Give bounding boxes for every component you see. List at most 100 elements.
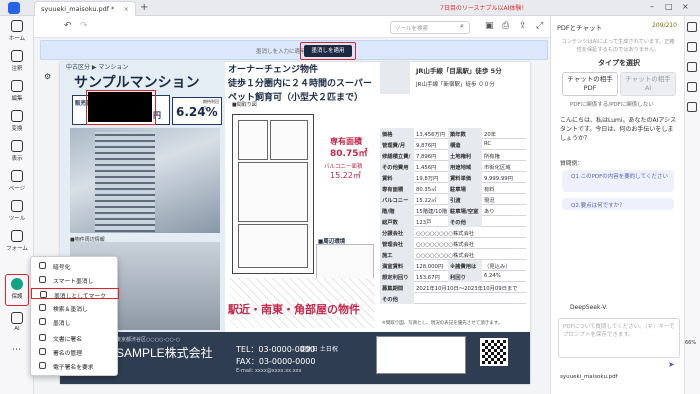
chat-ai-button[interactable]: チャットの相手 AI [620, 72, 676, 96]
spec-cell: ○○○○○○○○株式会社 [416, 242, 475, 248]
expand-icon[interactable]: ⤢ [536, 21, 543, 31]
type-description: PDFに関係する/PDFに関係しない [570, 102, 654, 108]
credit-count: 209/210 [652, 22, 677, 29]
room-1 [238, 120, 268, 160]
minimize-icon[interactable]: – [650, 2, 654, 11]
spec-cell: 賃料単価 [448, 172, 482, 183]
redo-icon[interactable]: ↷ [80, 21, 88, 31]
spec-cell: 15.22㎡ [416, 198, 437, 204]
spec-row: 施工 ○○○○○○○○株式会社 [380, 249, 526, 260]
spec-cell: 価格 [380, 128, 414, 139]
share-icon[interactable]: ⇪ [519, 21, 527, 31]
spec-row: 満室賃料128,000円 ※諸費用は別途（見込み） [380, 260, 526, 278]
lock-icon [39, 262, 46, 269]
sidebar-item-edit[interactable]: 編集 [0, 80, 34, 102]
chat-panel-title[interactable]: PDFとチャット [557, 22, 602, 32]
chat-input[interactable]: PDFについて質問してください。（＃）キーでプロンプトを保存できます。 [558, 318, 680, 358]
search-icon: ⌕ [460, 22, 464, 30]
sidebar-item-home[interactable]: ホーム [0, 20, 34, 42]
spec-cell: あり [484, 209, 495, 215]
sidebar-item-page[interactable]: ページ [0, 170, 34, 192]
menu-item-manage-signature[interactable]: 署名の管理 [31, 346, 119, 357]
model-selector[interactable]: DeepSeek-V. [570, 304, 608, 311]
document-tab[interactable]: syuueki_maisoku.pdf * × [34, 1, 136, 16]
tool-search-input[interactable]: ツールを検索 [390, 21, 470, 34]
tab-title: syuueki_maisoku.pdf * [41, 5, 115, 13]
suggested-question-1[interactable]: Q1.このPDFの内容を要約してください [562, 170, 674, 192]
home-icon [11, 20, 23, 32]
spec-row: 総戸数 123戸 その他 [380, 216, 526, 227]
sidebar-item-ai[interactable]: AI [0, 312, 34, 332]
sidebar-item-tools[interactable]: ツール [0, 200, 34, 222]
maximize-icon[interactable]: □ [665, 2, 673, 11]
balcony-value: 15.22㎡ [330, 171, 361, 180]
spec-cell: その他費用 [380, 161, 414, 172]
spec-row: その他費用 1,456円 用途地域 市街化区域 [380, 161, 526, 172]
spec-cell: 123戸 [416, 220, 432, 226]
sidebar-item-form[interactable]: フォーム [0, 230, 34, 252]
close-icon[interactable]: × [124, 5, 129, 13]
chat-pdf-button[interactable]: チャットの相手 PDF [562, 72, 618, 96]
attachment-icon[interactable] [687, 102, 697, 112]
menu-item-request-esign[interactable]: 電子署名を要求 [31, 360, 119, 371]
spec-cell: 階/階 [380, 205, 414, 216]
ai-disclaimer: コンテンツはAIによって生成されています。正確性を保証するものではありません。 [561, 39, 675, 53]
save-icon[interactable]: ▣ [485, 21, 494, 31]
bookmark-icon[interactable] [687, 62, 697, 72]
spec-cell: 引渡 [448, 194, 482, 205]
slogan: 駅近・南東・角部屋の物件 [228, 303, 360, 316]
view-icon [11, 140, 23, 152]
spec-cell: 築年数 [448, 128, 482, 139]
type-heading: タイプを選択 [598, 59, 640, 67]
redact-info-bar: 墨消しを入力に適用します。 [40, 40, 548, 60]
manage-signature-icon [39, 348, 46, 355]
undo-icon[interactable]: ↶ [64, 21, 72, 31]
right-rail [684, 16, 700, 394]
ai-icon [11, 312, 23, 324]
redact-icon [39, 318, 46, 325]
menu-item-search-redact[interactable]: 検索＆墨消し [31, 302, 119, 313]
attached-file[interactable]: syuueki_maisoku.pdf [560, 374, 618, 380]
annotate-icon [11, 50, 23, 62]
menu-item-redact[interactable]: 墨消し [31, 316, 119, 327]
spec-cell: ※諸費用は別途 [448, 260, 482, 278]
sidebar-item-view[interactable]: 表示 [0, 140, 34, 162]
properties-icon[interactable] [687, 42, 697, 52]
spec-row: 想定利回り 153.67円 利回り 6.24% [380, 271, 526, 282]
spec-cell: 賃料 [380, 172, 414, 183]
spec-row: 賃料 19,8万円 賃料単価 9,999.99円 [380, 172, 526, 183]
new-tab-icon[interactable]: + [140, 2, 148, 13]
chat-icon[interactable] [687, 22, 697, 32]
spec-row: 専有面積 80.35㎡ 駐車場 有料 [380, 183, 526, 194]
promo-banner[interactable]: 7日目のリースナブル以AI体験！ [440, 3, 527, 12]
spec-row: 分譲会社 ○○○○○○○○株式会社 [380, 227, 526, 238]
sidebar-item-annotate[interactable]: 注釈 [0, 50, 34, 72]
building-facade [95, 132, 155, 232]
print-icon[interactable]: ⎙ [502, 21, 509, 31]
suggested-question-2[interactable]: Q2.要点は何ですか？ [562, 198, 674, 210]
spec-cell: 2021年10月10日〜2023年10月09日まで [416, 286, 518, 292]
spec-row: その他 [380, 293, 526, 304]
window-close-icon[interactable]: × [682, 2, 689, 11]
spec-cell: ○○○○○○○○株式会社 [416, 231, 475, 237]
spec-cell: 分譲会社 [380, 227, 414, 238]
room-balcony [238, 224, 308, 268]
menu-item-encrypt[interactable]: 暗号化 [31, 260, 119, 271]
balcony-label: バルコニー面積 [324, 164, 363, 170]
comment-icon[interactable] [687, 82, 697, 92]
page-icon [11, 170, 23, 182]
doc-subtitle: 中古区分 ▶ マンション [66, 64, 129, 71]
sidebar-item-convert[interactable]: 変換 [0, 110, 34, 132]
menu-item-mark-redaction[interactable]: 墨消しとしてマーク [31, 288, 119, 300]
area-value: 80.75㎡ [330, 149, 368, 159]
spec-cell: 15階建/10階 [416, 209, 448, 215]
spec-cell: 土地権利 [448, 150, 482, 161]
menu-item-sign[interactable]: 文書に署名 [31, 332, 119, 343]
settings-icon[interactable]: ⚙ [44, 72, 51, 81]
spec-cell: 1,456円 [416, 165, 437, 171]
smart-redact-icon [39, 276, 46, 283]
more-icon[interactable]: ⋯ [12, 345, 21, 355]
yield-value: 6.24% [176, 105, 218, 119]
send-icon[interactable]: ➤ [668, 360, 675, 369]
menu-item-smart-redact[interactable]: スマート墨消し [31, 274, 119, 285]
